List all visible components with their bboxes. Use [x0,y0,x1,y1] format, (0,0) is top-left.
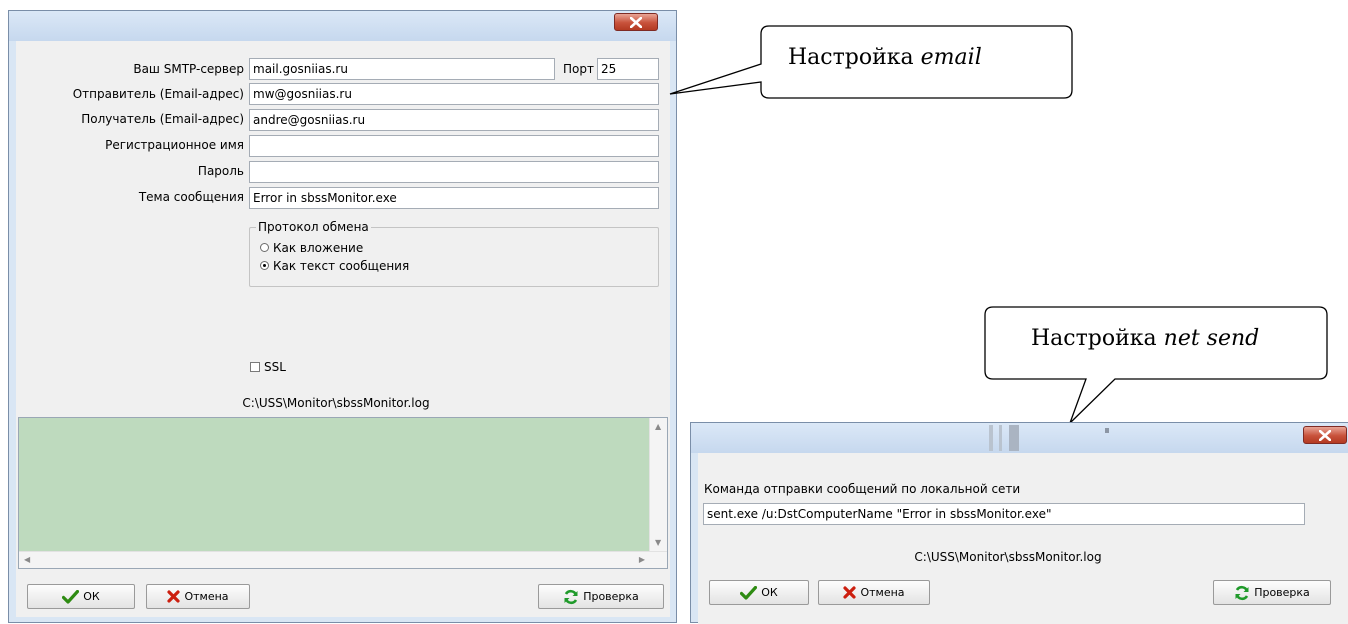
netsend-settings-window: Команда отправки сообщений по локальной … [690,422,1348,624]
refresh-arrows-icon [564,589,578,604]
netsend-cancel-button[interactable]: Отмена [818,580,930,605]
log-horizontal-scrollbar[interactable]: ◀ ▶ [19,551,667,568]
radio-as-message-text[interactable]: Как текст сообщения [260,258,409,274]
sender-email-label: Отправитель (Email-адрес) [72,87,244,101]
log-vertical-scrollbar[interactable]: ▲ ▼ [649,418,667,552]
ok-button-label: ОК [83,590,100,603]
netsend-command-label: Команда отправки сообщений по локальной … [704,482,1021,496]
ssl-checkbox[interactable]: SSL [250,359,286,375]
password-input[interactable] [249,161,659,183]
email-callout-text: Настройка email [788,45,982,71]
titlebar-artifact [1105,428,1109,433]
netsend-check-button-label: Проверка [1254,586,1310,599]
smtp-server-label: Ваш SMTP-сервер [133,62,244,76]
login-name-input[interactable] [249,135,659,157]
netsend-callout-prefix: Настройка [1031,326,1157,351]
cancel-button[interactable]: Отмена [146,584,250,609]
protocol-group: Протокол обмена Как вложение Как текст с… [249,219,659,287]
netsend-callout-em: net send [1163,326,1260,351]
netsend-callout-bubble [984,306,1328,424]
checkmark-icon [740,585,758,600]
email-window-client: Ваш SMTP-сервер mail.gosniias.ru Порт 25… [16,41,670,617]
scroll-left-arrow-icon[interactable]: ◀ [24,555,30,565]
netsend-callout-text: Настройка net send [1031,326,1259,352]
refresh-arrows-icon [1235,585,1249,600]
netsend-window-titlebar[interactable] [691,423,1348,453]
sender-email-input[interactable]: mw@gosniias.ru [249,83,659,105]
log-file-path: C:\USS\Monitor\sbssMonitor.log [242,396,430,410]
red-x-icon [167,590,181,603]
radio-as-attachment-indicator[interactable] [260,243,269,252]
subject-label: Тема сообщения [138,190,244,204]
email-callout-em: email [920,45,982,70]
ssl-checkbox-box[interactable] [250,362,260,372]
recipient-email-input[interactable]: andre@gosniias.ru [249,109,659,131]
radio-as-attachment-label: Как вложение [273,241,364,255]
recipient-email-label: Получатель (Email-адрес) [81,112,244,126]
check-button[interactable]: Проверка [538,584,664,609]
protocol-group-title: Протокол обмена [256,219,371,235]
titlebar-artifact [999,425,1002,451]
netsend-ok-button[interactable]: ОК [709,580,809,605]
password-label: Пароль [197,164,244,178]
ok-button[interactable]: ОК [27,584,135,609]
checkmark-icon [62,589,80,604]
titlebar-artifact [989,425,993,451]
email-window-titlebar[interactable] [9,11,676,41]
scroll-right-arrow-icon[interactable]: ▶ [639,555,645,565]
radio-as-message-text-indicator[interactable] [260,261,269,270]
cancel-button-label: Отмена [184,590,229,603]
netsend-check-button[interactable]: Проверка [1213,580,1331,605]
subject-input[interactable]: Error in sbssMonitor.exe [249,187,659,209]
email-callout: Настройка email [668,24,1078,104]
radio-as-attachment[interactable]: Как вложение [260,240,363,256]
scroll-down-arrow-icon[interactable]: ▼ [655,538,661,548]
log-output-area[interactable]: ▲ ▼ ◀ ▶ [18,417,668,569]
port-label: Порт [563,62,594,76]
close-x-icon [1319,430,1331,441]
login-name-label: Регистрационное имя [105,138,244,152]
titlebar-artifact [1009,425,1019,451]
ssl-checkbox-label: SSL [264,360,286,374]
port-input[interactable]: 25 [597,58,659,80]
netsend-ok-button-label: ОК [761,586,778,599]
netsend-window-client: Команда отправки сообщений по локальной … [698,453,1348,624]
email-settings-window: Ваш SMTP-сервер mail.gosniias.ru Порт 25… [8,10,677,623]
email-callout-prefix: Настройка [788,45,914,70]
email-window-close-button[interactable] [614,13,658,31]
radio-as-message-text-label: Как текст сообщения [273,259,410,273]
scroll-up-arrow-icon[interactable]: ▲ [655,422,661,432]
netsend-window-close-button[interactable] [1303,426,1347,444]
netsend-command-input[interactable]: sent.exe /u:DstComputerName "Error in sb… [703,503,1305,525]
red-x-icon [843,586,857,599]
netsend-cancel-button-label: Отмена [860,586,905,599]
netsend-log-file-path: C:\USS\Monitor\sbssMonitor.log [914,550,1102,564]
smtp-server-input[interactable]: mail.gosniias.ru [249,58,555,80]
close-x-icon [630,17,642,28]
netsend-callout: Настройка net send [983,305,1335,427]
check-button-label: Проверка [583,590,639,603]
